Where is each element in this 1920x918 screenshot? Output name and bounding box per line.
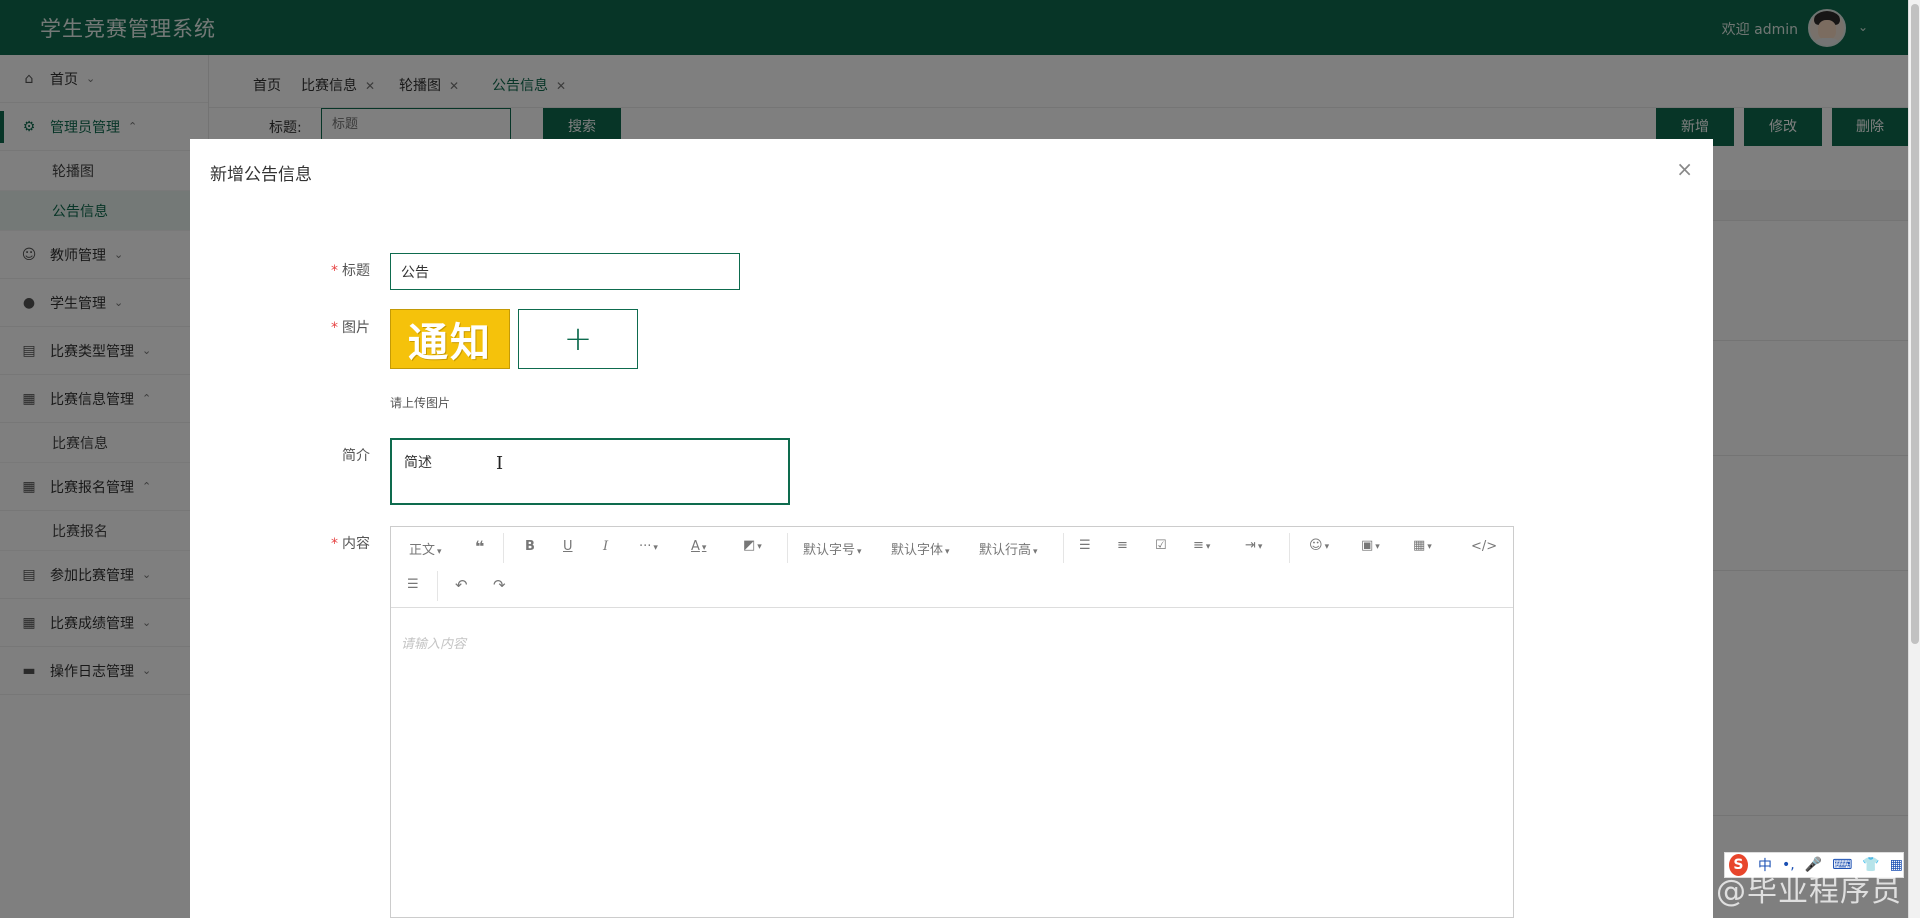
add-notice-dialog: 新增公告信息 × *标题 *图片 通知 + 请上传图片 简介 简述 I *内容 … bbox=[190, 139, 1713, 918]
content-field-label: * 内容 bbox=[270, 533, 370, 553]
required-mark: * bbox=[331, 536, 338, 552]
upload-tip: 请上传图片 bbox=[390, 396, 451, 410]
label-text: 图片 bbox=[342, 320, 370, 336]
undo-icon[interactable]: ↶ bbox=[455, 576, 468, 594]
align-icon[interactable]: ≡ ▾ bbox=[1193, 538, 1210, 553]
underline-icon[interactable]: U bbox=[563, 539, 573, 554]
bold-icon[interactable]: B bbox=[525, 539, 535, 554]
italic-icon[interactable]: I bbox=[603, 539, 608, 554]
scrollbar-thumb[interactable] bbox=[1911, 4, 1919, 644]
csdn-watermark: CSDN @毕业程序员 bbox=[1615, 874, 1902, 909]
background-color-icon[interactable]: ◩ ▾ bbox=[743, 538, 762, 553]
numbered-list-icon[interactable]: ≡ bbox=[1117, 538, 1128, 553]
editor-content-area[interactable]: 请输入内容 bbox=[391, 609, 1513, 917]
intro-textarea[interactable]: 简述 bbox=[390, 438, 790, 505]
font-color-icon[interactable]: A ▾ bbox=[691, 539, 706, 554]
label-text: 内容 bbox=[342, 536, 370, 552]
title-field-label: * 标题 bbox=[270, 260, 370, 280]
font-family-dropdown[interactable]: 默认字体 ▾ bbox=[891, 539, 950, 558]
todo-checkbox-icon[interactable]: ☑ bbox=[1155, 538, 1167, 553]
title-field[interactable] bbox=[390, 253, 740, 290]
thumbnail-text: 通知 bbox=[408, 319, 492, 366]
editor-toolbar: 正文 ▾ ❝ B U I ··· ▾ A ▾ ◩ ▾ 默认字号 ▾ 默认字体 ▾ 默认行高 ▾… bbox=[391, 527, 1513, 608]
font-size-dropdown[interactable]: 默认字号 ▾ bbox=[803, 539, 862, 558]
dialog-title: 新增公告信息 bbox=[210, 165, 312, 185]
table-icon[interactable]: ▦ ▾ bbox=[1413, 538, 1432, 553]
required-mark: * bbox=[331, 320, 338, 336]
dropdown-label: 正文 bbox=[409, 543, 436, 558]
page-scrollbar[interactable] bbox=[1908, 0, 1920, 918]
redo-icon[interactable]: ↷ bbox=[493, 576, 506, 594]
uploaded-image-thumbnail[interactable]: 通知 bbox=[390, 309, 510, 369]
label-text: 标题 bbox=[342, 263, 370, 279]
code-icon[interactable]: </> bbox=[1471, 539, 1497, 554]
bullet-list-icon[interactable]: ☰ bbox=[1079, 538, 1091, 553]
close-icon[interactable]: × bbox=[1676, 157, 1693, 181]
required-mark: * bbox=[331, 263, 338, 279]
label-text: 简介 bbox=[342, 448, 370, 464]
more-icon[interactable]: ··· ▾ bbox=[639, 539, 658, 554]
editor-placeholder: 请输入内容 bbox=[401, 637, 467, 652]
emoji-icon[interactable]: ☺ ▾ bbox=[1309, 538, 1329, 553]
dropdown-label: 默认字号 bbox=[803, 543, 856, 558]
dropdown-label: 默认行高 bbox=[979, 543, 1032, 558]
rich-text-editor: 正文 ▾ ❝ B U I ··· ▾ A ▾ ◩ ▾ 默认字号 ▾ 默认字体 ▾ 默认行高 ▾… bbox=[390, 526, 1514, 918]
intro-field-label: 简介 bbox=[270, 445, 370, 465]
quote-icon[interactable]: ❝ bbox=[475, 537, 484, 556]
indent-icon[interactable]: ⇥ ▾ bbox=[1245, 538, 1262, 553]
dropdown-label: 默认字体 bbox=[891, 543, 944, 558]
plus-icon: + bbox=[563, 319, 593, 359]
image-field-label: * 图片 bbox=[270, 317, 370, 337]
line-height-dropdown[interactable]: 默认行高 ▾ bbox=[979, 539, 1038, 558]
text-cursor-icon: I bbox=[496, 453, 504, 474]
image-upload-button[interactable]: + bbox=[518, 309, 638, 369]
image-icon[interactable]: ▣ ▾ bbox=[1361, 538, 1380, 553]
paragraph-dropdown[interactable]: 正文 ▾ bbox=[409, 539, 442, 558]
divider-icon[interactable]: ☰ bbox=[407, 577, 419, 592]
